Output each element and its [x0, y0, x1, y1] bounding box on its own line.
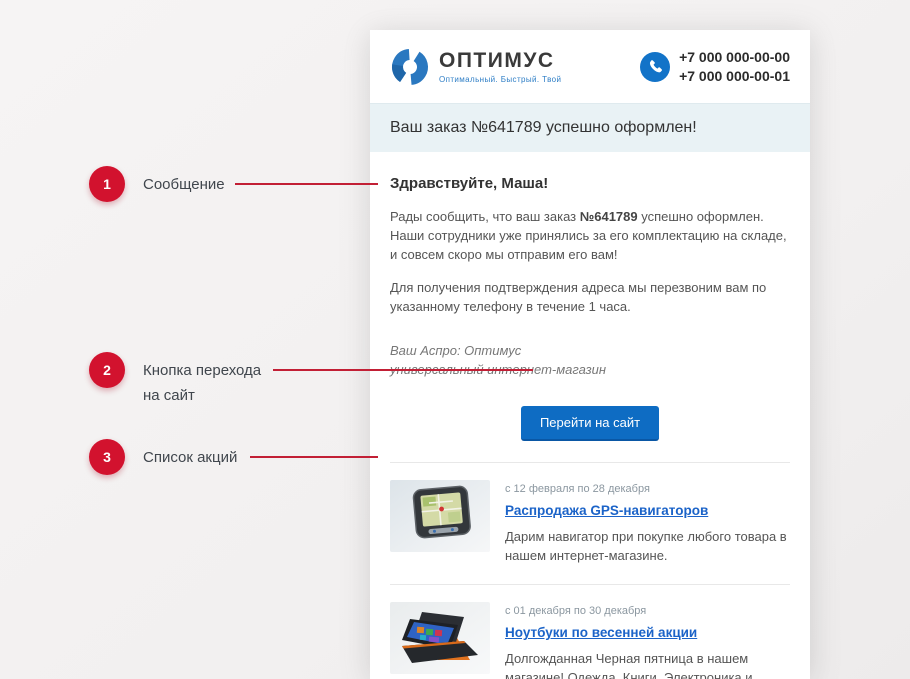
annotation-callout-line	[273, 369, 533, 371]
annotation-callout-line	[235, 183, 378, 185]
promo-item-gps: с 12 февраля по 28 декабря Распродажа GP…	[390, 463, 790, 584]
promo-title-link[interactable]: Распродажа GPS-навигаторов	[505, 503, 708, 518]
laptops-image[interactable]	[390, 602, 490, 674]
annotation-label-line: на сайт	[143, 387, 195, 404]
logo-name: ОПТИМУС	[439, 49, 561, 73]
phone-block: +7 000 000-00-00 +7 000 000-00-01	[640, 48, 790, 86]
order-number: №641789	[580, 209, 638, 224]
annotation-number: 3	[103, 449, 111, 465]
email-body: Здравствуйте, Маша! Рады сообщить, что в…	[370, 152, 810, 463]
promo-item-laptops: с 01 декабря по 30 декабря Ноутбуки по в…	[390, 585, 790, 679]
annotation-number: 2	[103, 362, 111, 378]
phone-icon	[640, 52, 670, 82]
order-paragraph: Рады сообщить, что ваш заказ №641789 усп…	[390, 207, 790, 264]
logo-text-block: ОПТИМУС Оптимальный. Быстрый. Твой	[439, 49, 561, 84]
annotation-badge-1: 1	[89, 166, 125, 202]
promo-description: Дарим навигатор при покупке любого товар…	[505, 527, 790, 565]
promo-content: с 12 февраля по 28 декабря Распродажа GP…	[505, 480, 790, 565]
email-header: ОПТИМУС Оптимальный. Быстрый. Твой +7 00…	[370, 30, 810, 103]
logo: ОПТИМУС Оптимальный. Быстрый. Твой	[390, 47, 561, 87]
promo-description: Долгожданная Черная пятница в нашем мага…	[505, 649, 790, 679]
signature-line: Ваш Аспро: Оптимус	[390, 343, 521, 358]
promo-dates: с 01 декабря по 30 декабря	[505, 605, 790, 617]
promo-list: с 12 февраля по 28 декабря Распродажа GP…	[370, 463, 810, 679]
promo-title-link[interactable]: Ноутбуки по весенней акции	[505, 625, 697, 640]
annotation-label-cta: Кнопка перехода на сайт	[143, 358, 261, 408]
logo-tagline: Оптимальный. Быстрый. Твой	[439, 75, 561, 84]
annotation-number: 1	[103, 176, 111, 192]
optimus-logo-icon	[390, 47, 430, 87]
phone-numbers: +7 000 000-00-00 +7 000 000-00-01	[679, 48, 790, 86]
annotation-badge-3: 3	[89, 439, 125, 475]
promo-dates: с 12 февраля по 28 декабря	[505, 483, 790, 495]
annotation-label-message: Сообщение	[143, 172, 225, 197]
callback-paragraph: Для получения подтверждения адреса мы пе…	[390, 278, 790, 316]
cta-row: Перейти на сайт	[390, 406, 790, 441]
go-to-site-button[interactable]: Перейти на сайт	[521, 406, 659, 441]
promo-content: с 01 декабря по 30 декабря Ноутбуки по в…	[505, 602, 790, 679]
gps-navigator-image[interactable]	[390, 480, 490, 552]
email-card: ОПТИМУС Оптимальный. Быстрый. Твой +7 00…	[370, 30, 810, 679]
paragraph-text: Рады сообщить, что ваш заказ	[390, 209, 580, 224]
annotation-label-promos: Список акций	[143, 445, 237, 470]
annotated-email-mockup: 1 Сообщение 2 Кнопка перехода на сайт 3 …	[0, 0, 910, 679]
phone-number-1: +7 000 000-00-00	[679, 48, 790, 67]
annotation-badge-2: 2	[89, 352, 125, 388]
annotation-label-line: Кнопка перехода	[143, 362, 261, 379]
annotation-callout-line	[250, 456, 378, 458]
signature: Ваш Аспро: Оптимус универсальный интерне…	[390, 341, 790, 379]
order-confirmation-banner: Ваш заказ №641789 успешно оформлен!	[370, 103, 810, 152]
greeting: Здравствуйте, Маша!	[390, 175, 790, 192]
phone-number-2: +7 000 000-00-01	[679, 67, 790, 86]
